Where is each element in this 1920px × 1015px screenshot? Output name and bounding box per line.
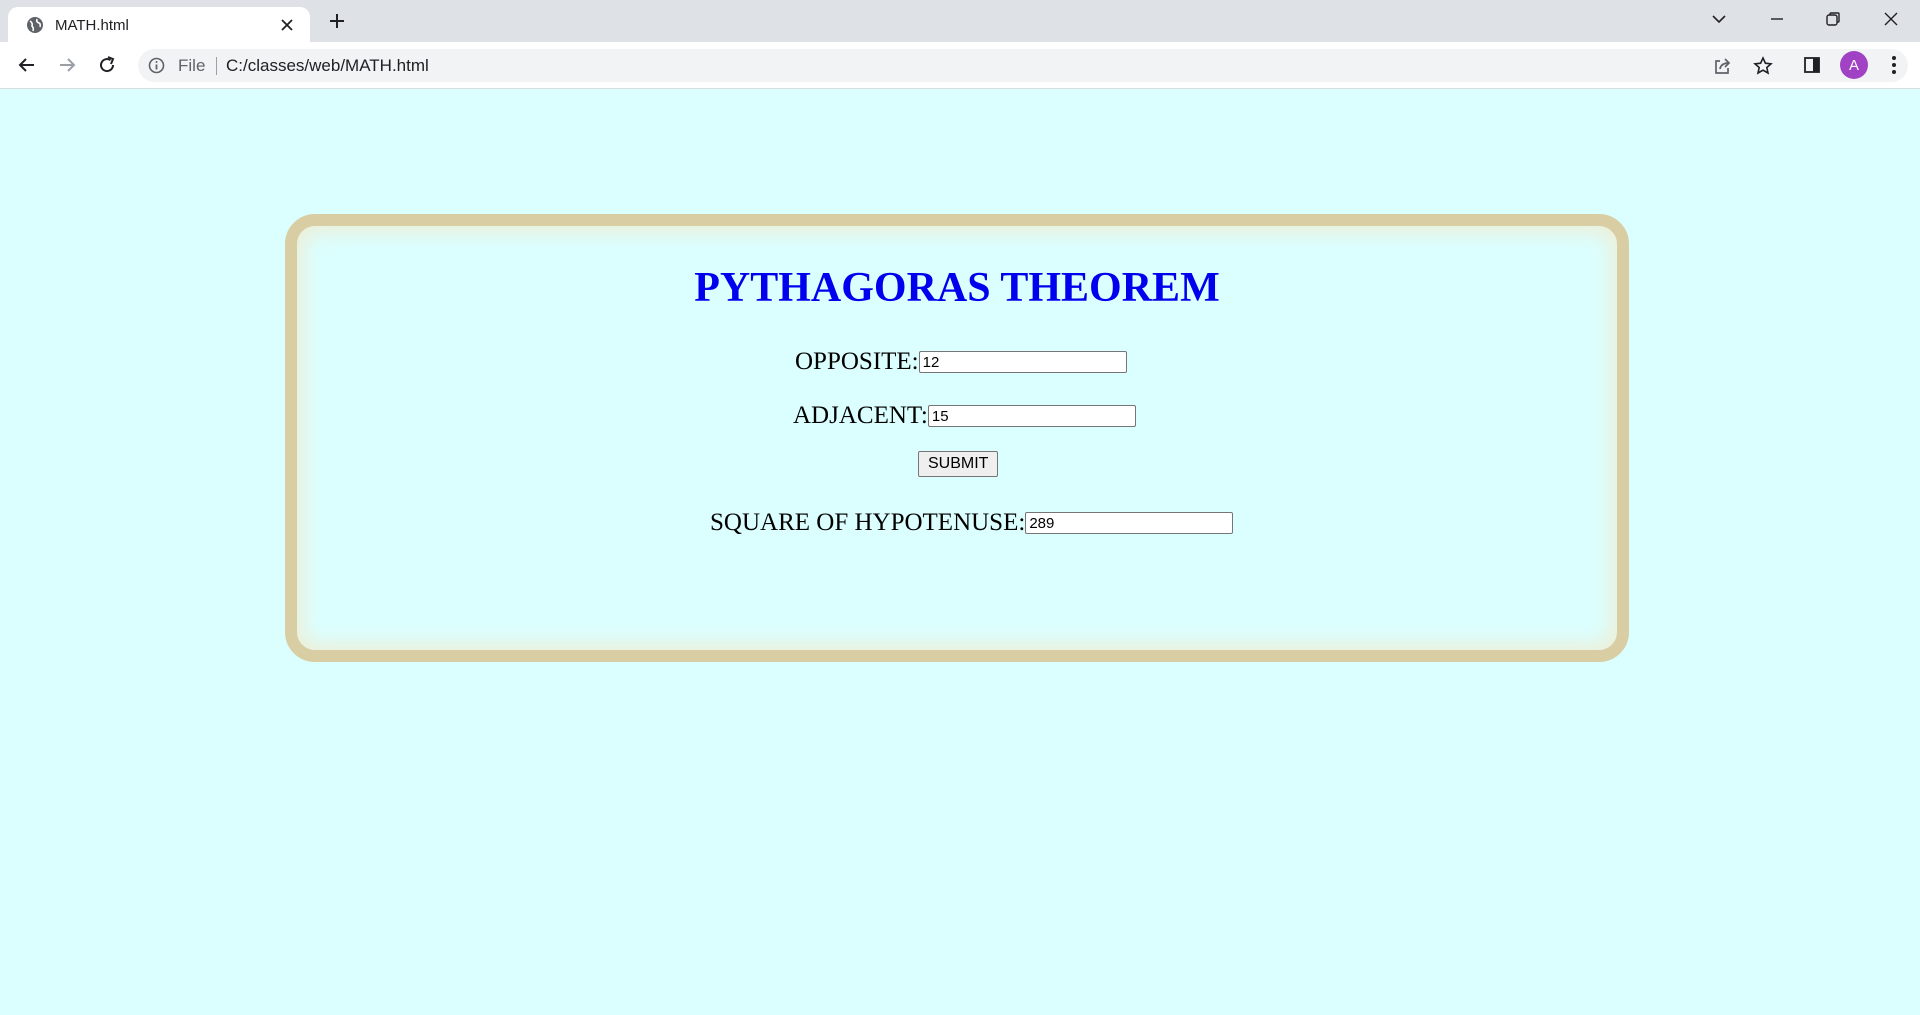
reload-icon[interactable] bbox=[93, 51, 121, 79]
adjacent-label: ADJACENT: bbox=[793, 402, 928, 429]
globe-icon bbox=[25, 15, 45, 35]
opposite-row: OPPOSITE: bbox=[297, 348, 1617, 378]
address-bar[interactable]: File C:/classes/web/MATH.html bbox=[138, 49, 1908, 82]
hypotenuse-row: SQUARE OF HYPOTENUSE: bbox=[297, 509, 1617, 539]
forward-arrow-icon[interactable] bbox=[53, 51, 81, 79]
back-arrow-icon[interactable] bbox=[13, 51, 41, 79]
side-panel-icon[interactable] bbox=[1799, 52, 1825, 78]
tab-search-chevron-icon[interactable] bbox=[1704, 8, 1734, 30]
info-icon[interactable] bbox=[148, 57, 165, 74]
more-menu-icon[interactable] bbox=[1881, 52, 1907, 78]
opposite-label: OPPOSITE: bbox=[795, 348, 919, 375]
adjacent-row: ADJACENT: bbox=[297, 402, 1617, 432]
profile-avatar[interactable]: A bbox=[1840, 51, 1868, 79]
star-icon[interactable] bbox=[1752, 55, 1774, 77]
divider bbox=[216, 57, 217, 75]
close-icon[interactable] bbox=[278, 16, 296, 34]
hypotenuse-output[interactable] bbox=[1025, 512, 1234, 534]
browser-tab[interactable]: MATH.html bbox=[8, 7, 310, 42]
share-icon[interactable] bbox=[1711, 55, 1733, 77]
opposite-input[interactable] bbox=[918, 351, 1127, 373]
page-title: PYTHAGORAS THEOREM bbox=[694, 265, 1220, 311]
restore-icon[interactable] bbox=[1818, 8, 1848, 30]
submit-button[interactable]: SUBMIT bbox=[918, 451, 999, 477]
tab-title: MATH.html bbox=[55, 17, 129, 34]
hypotenuse-label: SQUARE OF HYPOTENUSE: bbox=[710, 509, 1026, 536]
minimize-icon[interactable] bbox=[1762, 8, 1792, 30]
close-window-icon[interactable] bbox=[1876, 8, 1906, 30]
browser-toolbar: File C:/classes/web/MATH.html A bbox=[0, 42, 1920, 89]
tab-strip: MATH.html bbox=[0, 0, 1920, 42]
scheme-label: File bbox=[178, 56, 206, 75]
url-text[interactable]: C:/classes/web/MATH.html bbox=[226, 56, 429, 76]
adjacent-input[interactable] bbox=[927, 405, 1136, 427]
form-card: PYTHAGORAS THEOREM OPPOSITE: ADJACENT: S… bbox=[285, 214, 1629, 662]
new-tab-icon[interactable] bbox=[326, 10, 348, 32]
